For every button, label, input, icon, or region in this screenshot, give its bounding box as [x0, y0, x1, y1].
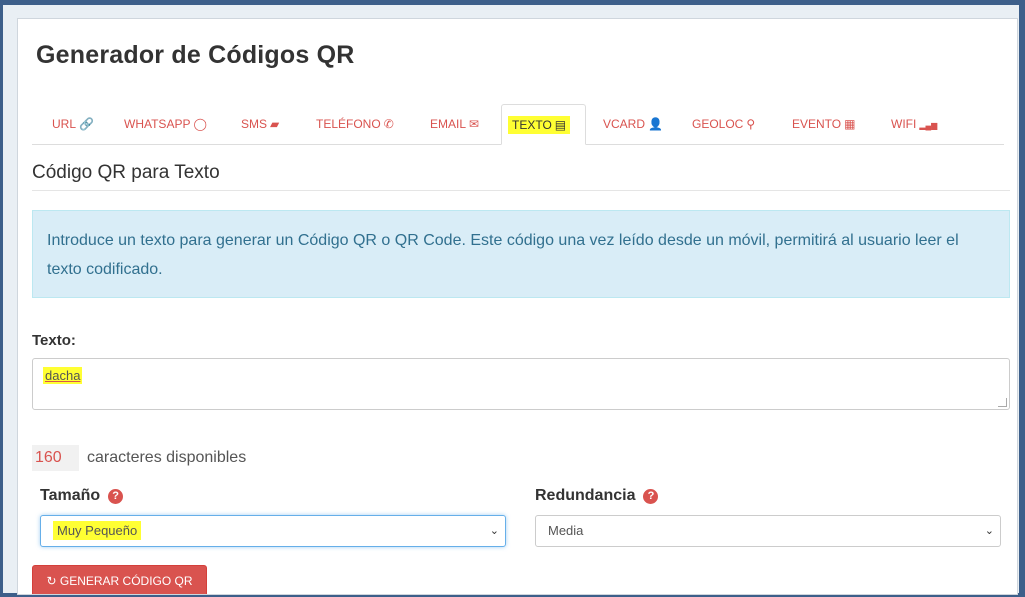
size-select[interactable]: Muy Pequeño ⌄ [40, 515, 506, 547]
qr-generator-card: Generador de Códigos QR URL 🔗 WHATSAPP ◯ S… [17, 18, 1018, 595]
tab-vcard[interactable]: VCARD 👤 [597, 104, 669, 144]
comment-icon: ▰ [270, 117, 280, 131]
tab-evento[interactable]: EVENTO ▦ [786, 104, 861, 144]
resize-handle[interactable] [998, 398, 1007, 407]
redundancy-label: Redundancia? [535, 487, 659, 505]
page-panel: Generador de Códigos QR URL 🔗 WHATSAPP ◯ S… [3, 5, 1019, 595]
signal-icon: ▂▄▆ [919, 121, 938, 130]
tab-whatsapp[interactable]: WHATSAPP ◯ [118, 104, 213, 144]
section-heading: Código QR para Texto [32, 162, 220, 183]
window-frame: Generador de Códigos QR URL 🔗 WHATSAPP ◯ S… [0, 0, 1025, 597]
envelope-icon: ✉ [469, 117, 480, 131]
tab-wifi[interactable]: WIFI ▂▄▆ [885, 104, 943, 144]
text-input[interactable]: dacha [32, 358, 1010, 410]
tab-sms[interactable]: SMS ▰ [235, 104, 285, 144]
calendar-icon: ▦ [844, 117, 856, 131]
page-title: Generador de Códigos QR [36, 41, 355, 69]
qr-type-tabs: URL 🔗 WHATSAPP ◯ SMS ▰ TELÉFONO ✆ EMAIL ✉ TEX… [32, 104, 1004, 145]
chevron-down-icon: ⌄ [984, 525, 994, 537]
user-icon: 👤 [648, 117, 663, 131]
whatsapp-icon: ◯ [193, 117, 207, 131]
help-icon[interactable]: ? [643, 489, 659, 504]
phone-icon: ✆ [383, 117, 394, 131]
chars-available-count: 160 [32, 445, 79, 471]
text-label: Texto: [32, 332, 76, 349]
section-divider [32, 190, 1010, 191]
tab-geoloc[interactable]: GEOLOC ⚲ [686, 104, 761, 144]
redundancy-select[interactable]: Media ⌄ [535, 515, 1001, 547]
tab-email[interactable]: EMAIL ✉ [424, 104, 485, 144]
list-icon: ▤ [554, 118, 567, 132]
refresh-icon: ↻ [46, 574, 57, 588]
chevron-down-icon: ⌄ [489, 525, 499, 537]
size-select-value: Muy Pequeño [53, 521, 142, 540]
size-label: Tamaño? [40, 487, 124, 505]
redundancy-select-value: Media [548, 523, 584, 538]
char-counter: 160 caracteres disponibles [32, 445, 246, 471]
tab-texto[interactable]: TEXTO ▤ [501, 104, 586, 145]
text-input-value: dacha [43, 367, 83, 384]
tab-url[interactable]: URL 🔗 [46, 104, 100, 144]
link-icon: 🔗 [79, 117, 94, 131]
generate-qr-button[interactable]: ↻ GENERAR CÓDIGO QR [32, 565, 207, 594]
map-marker-icon: ⚲ [746, 117, 756, 131]
chars-available-label: caracteres disponibles [87, 449, 247, 466]
info-alert: Introduce un texto para generar un Códig… [32, 210, 1010, 298]
tab-telefono[interactable]: TELÉFONO ✆ [310, 104, 400, 144]
help-icon[interactable]: ? [108, 489, 124, 504]
